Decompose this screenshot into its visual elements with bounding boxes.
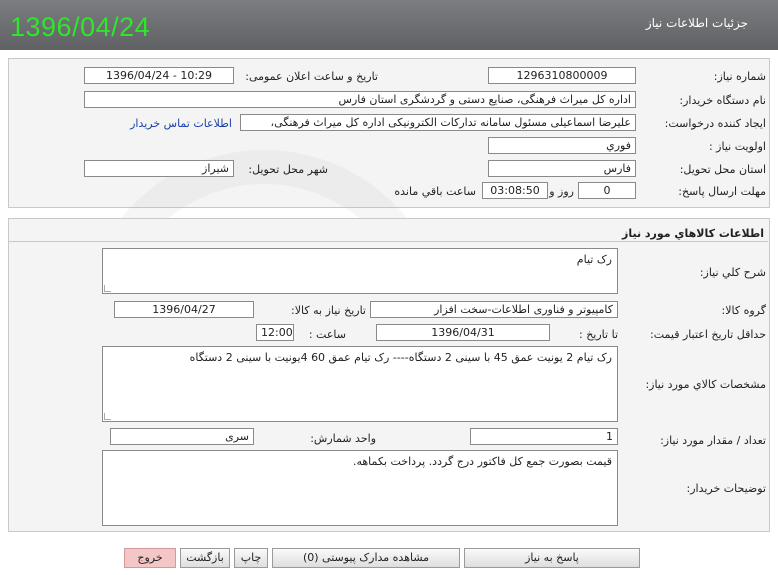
buyer-label: نام دستگاه خریدار: <box>679 94 766 107</box>
description-label: شرح کلي نياز: <box>699 266 766 279</box>
exit-button[interactable]: خروج <box>124 548 176 568</box>
need-number-label: شماره نیاز: <box>713 70 766 83</box>
spec-field: رک تیام 2 یونیت عمق 45 با سینی 2 دستگاه-… <box>102 346 618 422</box>
resize-handle-icon <box>104 413 111 420</box>
days-remaining-field: 0 <box>578 182 636 199</box>
hour-field: 12:00 <box>256 324 294 341</box>
hour-label: ساعت : <box>308 328 346 341</box>
quantity-field: 1 <box>470 428 618 445</box>
validity-date-field: 1396/04/31 <box>376 324 550 341</box>
buyer-contact-link[interactable]: اطلاعات تماس خریدار <box>130 117 232 130</box>
time-remaining-field: 03:08:50 <box>482 182 548 199</box>
until-date-label: تا تاريخ : <box>579 328 618 341</box>
description-field: رک تیام <box>102 248 618 294</box>
price-validity-label: حداقل تاريخ اعتبار قيمت: <box>650 328 766 341</box>
resize-handle-icon <box>104 285 111 292</box>
reply-button[interactable]: پاسخ به نياز <box>464 548 640 568</box>
days-unit: روز و <box>549 185 574 198</box>
spec-label: مشخصات کالاي مورد نياز: <box>645 378 766 391</box>
goods-group-label: گروه کالا: <box>721 304 766 317</box>
quantity-label: تعداد / مقدار مورد نياز: <box>660 434 766 447</box>
buyer-notes-label: توضيحات خريدار: <box>686 482 767 495</box>
province-label: استان محل تحویل: <box>679 163 766 176</box>
buyer-notes-field: قیمت بصورت جمع کل فاکتور درج گردد. پرداخ… <box>102 450 618 526</box>
goods-section-title: اطلاعات کالاهاي مورد نياز <box>622 227 764 240</box>
deadline-label: مهلت ارسال پاسخ: <box>678 185 766 198</box>
announce-label: تاریخ و ساعت اعلان عمومی: <box>245 70 378 83</box>
priority-field: فوري <box>488 137 636 154</box>
need-number-field: 1296310800009 <box>488 67 636 84</box>
need-date-field: 1396/04/27 <box>114 301 254 318</box>
unit-label: واحد شمارش: <box>310 432 376 445</box>
time-unit: ساعت باقي مانده <box>394 185 476 198</box>
print-button[interactable]: چاپ <box>234 548 268 568</box>
priority-label: اولویت نیاز : <box>708 140 766 153</box>
view-attachments-button[interactable]: مشاهده مدارک پیوستی (0) <box>272 548 460 568</box>
announce-field: 1396/04/24 - 10:29 <box>84 67 234 84</box>
creator-field: علیرضا اسماعیلی مسئول سامانه تدارکات الک… <box>240 114 636 131</box>
creator-label: ایجاد کننده درخواست: <box>664 117 766 130</box>
city-field: شیراز <box>84 160 234 177</box>
goods-group-field: کامپیوتر و فناوری اطلاعات-سخت افزار <box>370 301 618 318</box>
header-bar: 1396/04/24 جزئیات اطلاعات نیاز <box>0 0 778 50</box>
header-date: 1396/04/24 <box>10 12 151 42</box>
section-divider <box>8 241 768 242</box>
province-field: فارس <box>488 160 636 177</box>
page-title: جزئیات اطلاعات نیاز <box>645 16 748 30</box>
back-button[interactable]: بازگشت <box>180 548 230 568</box>
unit-field: سری <box>110 428 254 445</box>
need-date-label: تاريخ نياز به کالا: <box>291 304 366 317</box>
buyer-field: اداره کل میراث فرهنگی، صنایع دستی و گردش… <box>84 91 636 108</box>
city-label: شهر محل تحویل: <box>248 163 328 176</box>
